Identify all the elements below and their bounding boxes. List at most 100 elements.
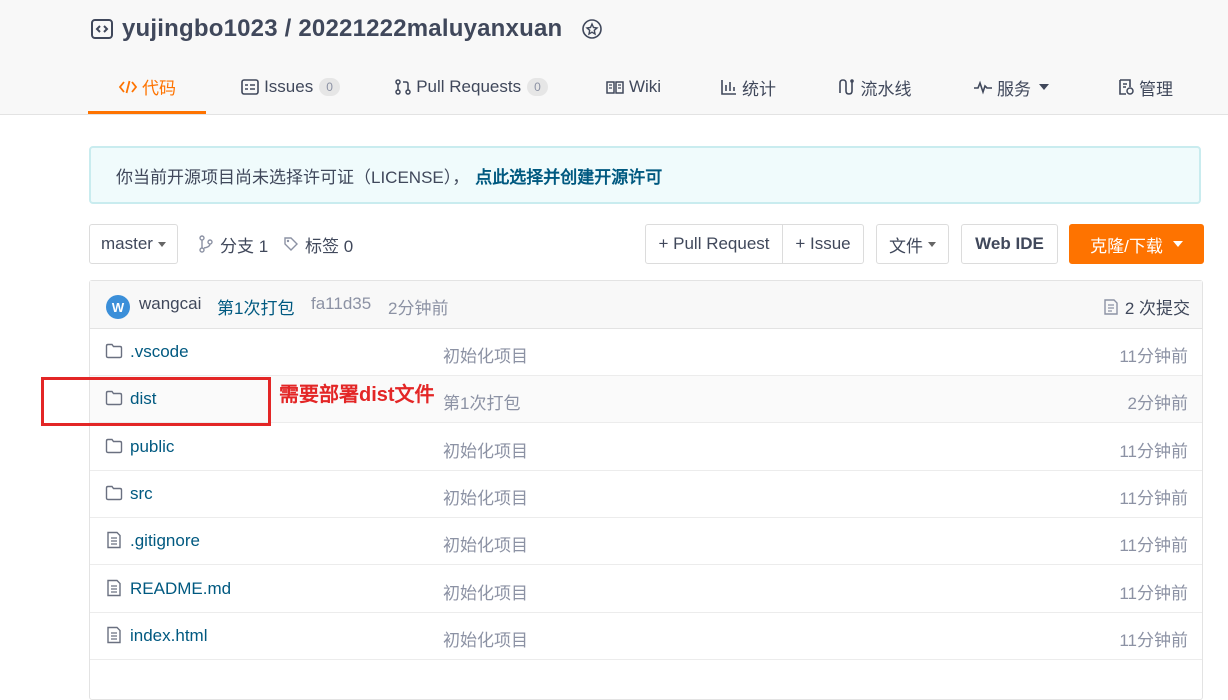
pulls-count-badge: 0 <box>527 78 548 96</box>
bar-chart-icon <box>721 80 736 95</box>
tab-code[interactable]: 代码 <box>88 62 206 114</box>
tab-manage-label: 管理 <box>1139 79 1173 99</box>
tab-issues-label: Issues <box>264 77 314 96</box>
file-name-link[interactable]: src <box>130 484 153 504</box>
file-commit-time: 11分钟前 <box>1119 583 1188 603</box>
annotation-highlight-box <box>41 377 271 426</box>
file-commit-time: 11分钟前 <box>1119 630 1188 650</box>
commit-count-label: 2 次提交 <box>1124 299 1190 318</box>
latest-commit-bar: W wangcai 第1次打包 fa11d35 2分钟前 2 次提交 <box>90 281 1202 329</box>
repo-name[interactable]: yujingbo1023 / 20221222maluyanxuan <box>122 15 562 43</box>
file-commit-time: 11分钟前 <box>1119 536 1188 556</box>
clone-download-button[interactable]: 克隆/下载 <box>1069 224 1204 264</box>
tab-pull-requests[interactable]: Pull Requests 0 <box>390 62 552 112</box>
pipeline-icon <box>838 79 854 95</box>
commit-time: 2分钟前 <box>388 299 449 318</box>
table-row[interactable]: index.html 初始化项目 11分钟前 <box>90 613 1202 660</box>
clone-download-label: 克隆/下载 <box>1090 236 1163 256</box>
table-row[interactable]: public 初始化项目 11分钟前 <box>90 424 1202 471</box>
file-name-link[interactable]: .gitignore <box>130 531 200 551</box>
file-commit-message[interactable]: 初始化项目 <box>443 437 528 462</box>
file-commit-time: 11分钟前 <box>1119 488 1188 508</box>
repo-code-icon <box>91 19 113 39</box>
file-icon <box>105 579 123 597</box>
annotation-note: 需要部署dist文件 <box>279 384 435 406</box>
create-license-link[interactable]: 点此选择并创建开源许可 <box>475 163 662 188</box>
tab-pipeline[interactable]: 流水线 <box>832 62 916 112</box>
file-commit-message[interactable]: 第1次打包 <box>443 389 520 414</box>
file-icon <box>105 626 123 644</box>
commit-hash[interactable]: fa11d35 <box>311 294 371 314</box>
new-issue-button[interactable]: + Issue <box>782 224 864 264</box>
table-row[interactable]: .gitignore 初始化项目 11分钟前 <box>90 518 1202 566</box>
tab-stats[interactable]: 统计 <box>716 62 780 112</box>
chevron-down-icon <box>1172 241 1183 247</box>
file-menu-button[interactable]: 文件 <box>876 224 949 264</box>
folder-icon <box>105 342 123 360</box>
file-commit-time: 11分钟前 <box>1119 347 1188 366</box>
file-commit-message[interactable]: 初始化项目 <box>443 342 528 367</box>
tab-service[interactable]: 服务 <box>968 62 1054 112</box>
folder-icon <box>105 484 123 502</box>
tab-wiki-label: Wiki <box>628 77 662 96</box>
new-issue-label: + Issue <box>795 234 851 253</box>
new-pull-request-button[interactable]: + Pull Request <box>645 224 783 264</box>
tab-service-label: 服务 <box>997 79 1031 99</box>
avatar[interactable]: W <box>106 295 130 319</box>
file-name-link[interactable]: index.html <box>130 626 207 646</box>
file-commit-message[interactable]: 初始化项目 <box>443 579 528 604</box>
table-row[interactable]: src 初始化项目 11分钟前 <box>90 471 1202 518</box>
file-commit-message[interactable]: 初始化项目 <box>443 531 528 556</box>
commit-message[interactable]: 第1次打包 <box>217 294 294 319</box>
license-notice-text: 你当前开源项目尚未选择许可证（LICENSE）， <box>116 167 470 187</box>
file-commit-message[interactable]: 初始化项目 <box>443 484 528 509</box>
file-commit-message[interactable]: 初始化项目 <box>443 626 528 651</box>
tab-pulls-label: Pull Requests <box>416 77 522 96</box>
tags-label: 标签 0 <box>305 236 354 256</box>
tab-manage[interactable]: 管理 <box>1112 62 1178 112</box>
tab-code-label: 代码 <box>142 79 176 98</box>
tab-issues[interactable]: Issues 0 <box>234 62 346 112</box>
table-row[interactable]: .vscode 初始化项目 11分钟前 <box>90 329 1202 376</box>
issues-icon <box>241 79 259 95</box>
file-icon <box>105 531 123 549</box>
commit-author[interactable]: wangcai <box>139 294 201 314</box>
file-name-link[interactable]: .vscode <box>130 342 189 362</box>
tab-stats-label: 统计 <box>742 79 776 99</box>
branch-select[interactable]: master <box>89 224 178 264</box>
tab-pipeline-label: 流水线 <box>860 79 912 99</box>
license-notice: 你当前开源项目尚未选择许可证（LICENSE）， 点此选择并创建开源许可 <box>89 146 1201 204</box>
web-ide-button[interactable]: Web IDE <box>961 224 1058 264</box>
commit-count-link[interactable]: 2 次提交 <box>1103 294 1190 319</box>
recommend-badge-icon[interactable] <box>580 17 604 41</box>
file-commit-time: 11分钟前 <box>1119 441 1188 461</box>
chevron-down-icon <box>157 241 166 247</box>
chevron-down-icon <box>1039 84 1049 90</box>
tag-icon <box>284 237 298 251</box>
tags-link[interactable]: 标签 0 <box>283 224 353 264</box>
branch-icon <box>199 235 213 253</box>
repo-toolbar: master 分支 1 标签 0 + Pull Request + Issue … <box>89 224 1204 264</box>
tab-wiki[interactable]: Wiki <box>602 62 664 112</box>
table-row[interactable]: README.md 初始化项目 11分钟前 <box>90 566 1202 613</box>
repo-header: yujingbo1023 / 20221222maluyanxuan 代码 Is… <box>0 0 1228 115</box>
branches-label: 分支 1 <box>220 236 269 256</box>
branches-link[interactable]: 分支 1 <box>198 224 268 264</box>
file-name-link[interactable]: public <box>130 437 174 457</box>
web-ide-label: Web IDE <box>975 234 1044 253</box>
manage-document-icon <box>1119 79 1134 95</box>
repo-title-bar: yujingbo1023 / 20221222maluyanxuan <box>90 14 604 44</box>
file-list: W wangcai 第1次打包 fa11d35 2分钟前 2 次提交 .vsco… <box>89 280 1203 700</box>
pull-request-icon <box>395 79 411 95</box>
file-name-link[interactable]: README.md <box>130 579 231 599</box>
issues-count-badge: 0 <box>319 78 340 96</box>
file-menu-label: 文件 <box>889 236 923 256</box>
pulse-icon <box>974 80 992 95</box>
wiki-book-icon <box>606 81 624 94</box>
folder-icon <box>105 437 123 455</box>
file-commit-time: 2分钟前 <box>1127 394 1188 414</box>
code-icon <box>118 80 138 93</box>
commits-icon <box>1104 298 1118 315</box>
branch-select-label: master <box>101 234 153 253</box>
new-pull-request-label: + Pull Request <box>658 234 770 253</box>
